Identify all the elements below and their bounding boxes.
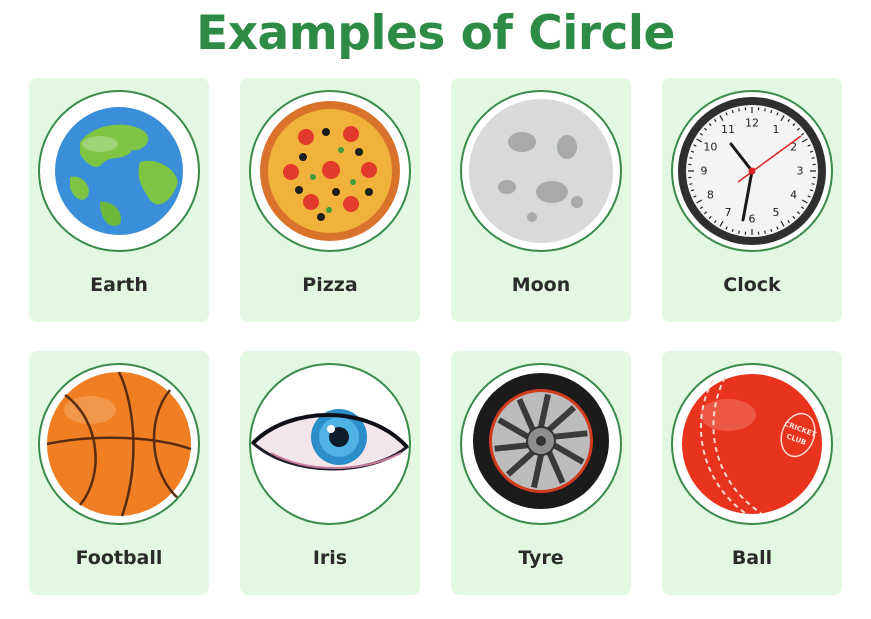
card-label: Moon [511, 274, 571, 296]
moon-icon [469, 99, 613, 243]
clock-number: 11 [721, 123, 735, 136]
clock-icon: 12 1234567891011 [678, 97, 826, 245]
tyre-icon [473, 373, 609, 509]
football-frame [38, 363, 200, 525]
clock-tick [811, 183, 815, 185]
pizza-icon [260, 101, 400, 241]
clock-frame: 12 1 2 3 4 5 6 7 8 9 10 11 [671, 90, 833, 252]
clock-number: 12 [745, 117, 759, 130]
card-clock: 12 1 2 3 4 5 6 7 8 9 10 11 Clock [662, 78, 842, 322]
card-label: Tyre [518, 547, 564, 569]
clock-number: 1 [773, 123, 780, 136]
card-label: Clock [723, 274, 781, 296]
clock-tick [811, 157, 815, 159]
card-earth: Earth [29, 78, 209, 322]
eye-icon [251, 409, 409, 471]
clock-number: 4 [790, 189, 797, 202]
earth-frame [38, 90, 200, 252]
clock-tick [689, 183, 693, 185]
ball-frame: CRICKET CLUB [671, 363, 833, 525]
pizza-frame [249, 90, 411, 252]
clock-number: 3 [797, 165, 804, 178]
page-title: Examples of Circle [196, 6, 675, 61]
card-label: Ball [731, 547, 773, 569]
clock-number: 6 [749, 213, 756, 226]
tyre-spoke [494, 442, 528, 452]
card-label: Earth [90, 274, 148, 296]
basketball-icon [46, 371, 192, 517]
card-pizza: Pizza [240, 78, 420, 322]
moon-frame [460, 90, 622, 252]
earth-icon [55, 107, 183, 235]
clock-tick [764, 108, 766, 112]
tyre-frame [460, 363, 622, 525]
clock-number: 7 [725, 206, 732, 219]
clock-number: 10 [703, 141, 717, 154]
iris-frame [249, 363, 411, 525]
clock-tick [738, 230, 740, 234]
card-label: Football [75, 547, 163, 569]
card-ball: CRICKET CLUB Ball [662, 351, 842, 595]
clock-tick [689, 157, 693, 159]
cricket-ball-icon: CRICKET CLUB [682, 374, 822, 516]
clock-number: 5 [773, 206, 780, 219]
clock-tick [738, 108, 740, 112]
clock-number: 8 [707, 189, 714, 202]
card-iris: Iris [240, 351, 420, 595]
card-moon: Moon [451, 78, 631, 322]
card-label: Iris [312, 547, 348, 569]
card-tyre: Tyre [451, 351, 631, 595]
tyre-spoke [554, 430, 588, 440]
clock-number: 9 [701, 165, 708, 178]
clock-tick [764, 230, 766, 234]
card-label: Pizza [302, 274, 358, 296]
card-football: Football [29, 351, 209, 595]
